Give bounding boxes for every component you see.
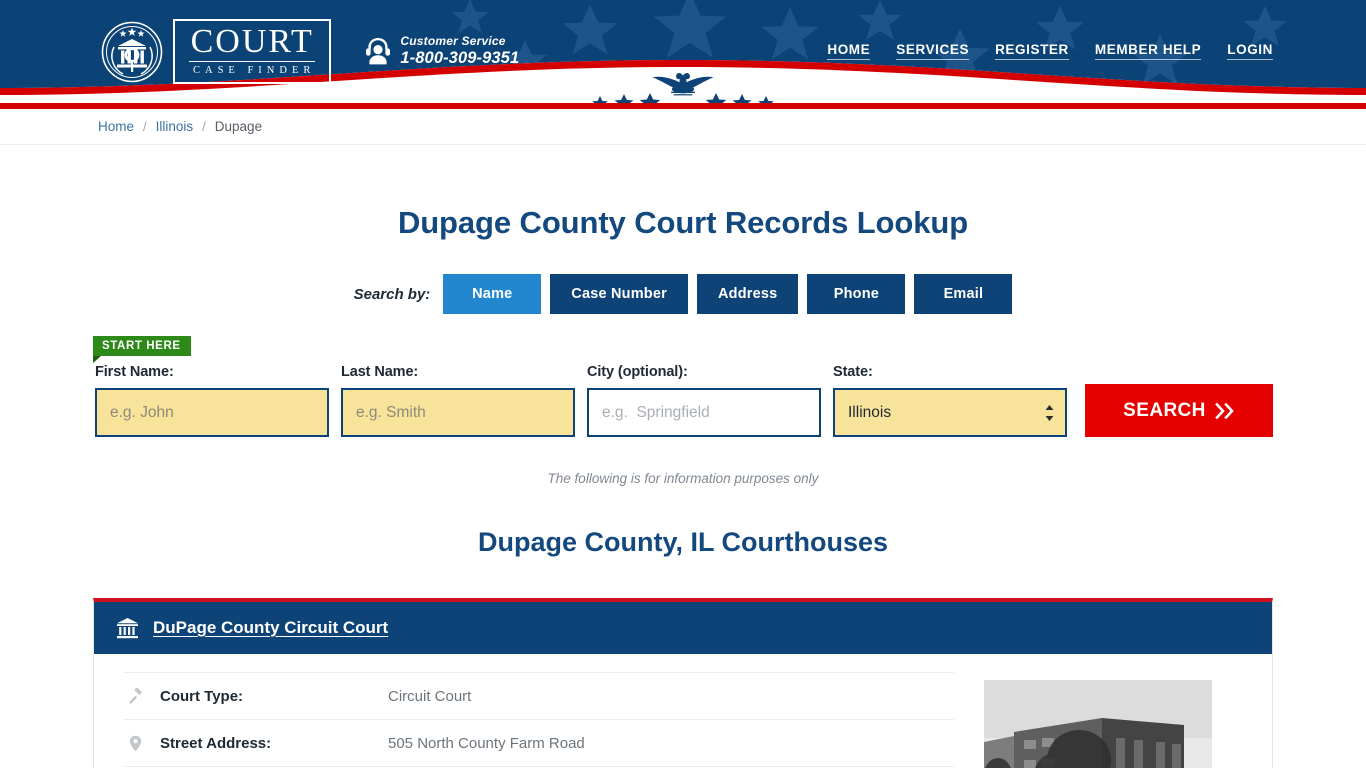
detail-value-street-address: 505 North County Farm Road [388,734,585,752]
breadcrumb-separator: / [202,119,206,134]
nav-item-login[interactable]: LOGIN [1227,42,1273,60]
breadcrumb-bar: Home / Illinois / Dupage [0,109,1366,145]
court-card: DuPage County Circuit Court Court Type: [93,598,1273,768]
detail-label-street-address: Street Address: [160,734,272,752]
nav-item-register[interactable]: REGISTER [995,42,1069,60]
disclaimer-text: The following is for information purpose… [547,471,819,486]
tab-phone[interactable]: Phone [807,274,906,314]
breadcrumb-item-home[interactable]: Home [98,119,134,134]
first-name-input[interactable] [95,388,329,437]
court-photo [984,680,1212,768]
last-name-field-group: Last Name: [341,364,575,437]
start-here-badge: START HERE [93,336,191,363]
tab-name[interactable]: Name [443,274,542,314]
nav-item-services[interactable]: SERVICES [896,42,970,60]
first-name-field-group: First Name: [95,364,329,437]
city-label: City (optional): [587,364,688,380]
state-select[interactable]: Illinois [833,388,1067,437]
section-title: Dupage County, IL Courthouses [477,527,888,557]
breadcrumb-item-illinois[interactable]: Illinois [156,119,194,134]
state-field-group: State: Illinois [833,364,1067,437]
eagle-emblem-decoration [592,72,774,103]
site-header: COURT CASE FINDER Customer Service 1-800… [0,0,1366,103]
search-button[interactable]: SEARCH [1085,384,1273,437]
main-content: Dupage County Court Records Lookup Searc… [93,145,1273,768]
page-title: Dupage County Court Records Lookup [397,205,969,240]
search-by-tabs: Search by: Name Case Number Address Phon… [93,274,1273,314]
detail-value-court-type: Circuit Court [388,687,472,705]
breadcrumb: Home / Illinois / Dupage [93,119,1273,134]
nav-item-home[interactable]: HOME [827,42,871,60]
detail-row-court-type: Court Type: Circuit Court [124,672,954,719]
last-name-label: Last Name: [341,364,419,380]
court-card-header: DuPage County Circuit Court [94,602,1272,654]
state-label: State: [833,364,873,380]
tab-case-number[interactable]: Case Number [550,274,688,314]
nav-item-member-help[interactable]: MEMBER HELP [1094,42,1202,60]
first-name-label: First Name: [95,364,174,380]
detail-row-street-address: Street Address: 505 North County Farm Ro… [124,719,954,766]
map-pin-icon [124,735,146,752]
search-form: START HERE First Name: Last Name: City (… [93,336,1273,437]
tab-email[interactable]: Email [914,274,1013,314]
city-input[interactable] [587,388,821,437]
last-name-input[interactable] [341,388,575,437]
gavel-icon [124,687,146,705]
bank-courthouse-icon [117,618,138,639]
tab-address[interactable]: Address [696,274,799,314]
search-by-label: Search by: [353,285,431,303]
court-detail-list: Court Type: Circuit Court Street Address… [124,672,984,768]
double-chevron-right-icon [1214,402,1234,419]
detail-label-court-type: Court Type: [160,687,244,705]
breadcrumb-item-dupage: Dupage [214,119,263,134]
customer-service-label: Customer Service [400,34,506,49]
logo-main-text: COURT [189,23,316,63]
court-card-title-link[interactable]: DuPage County Circuit Court [153,618,388,638]
breadcrumb-separator: / [143,119,147,134]
city-field-group: City (optional): [587,364,821,437]
search-button-label: SEARCH [1123,399,1206,421]
courthouse-building-photo [984,680,1212,768]
